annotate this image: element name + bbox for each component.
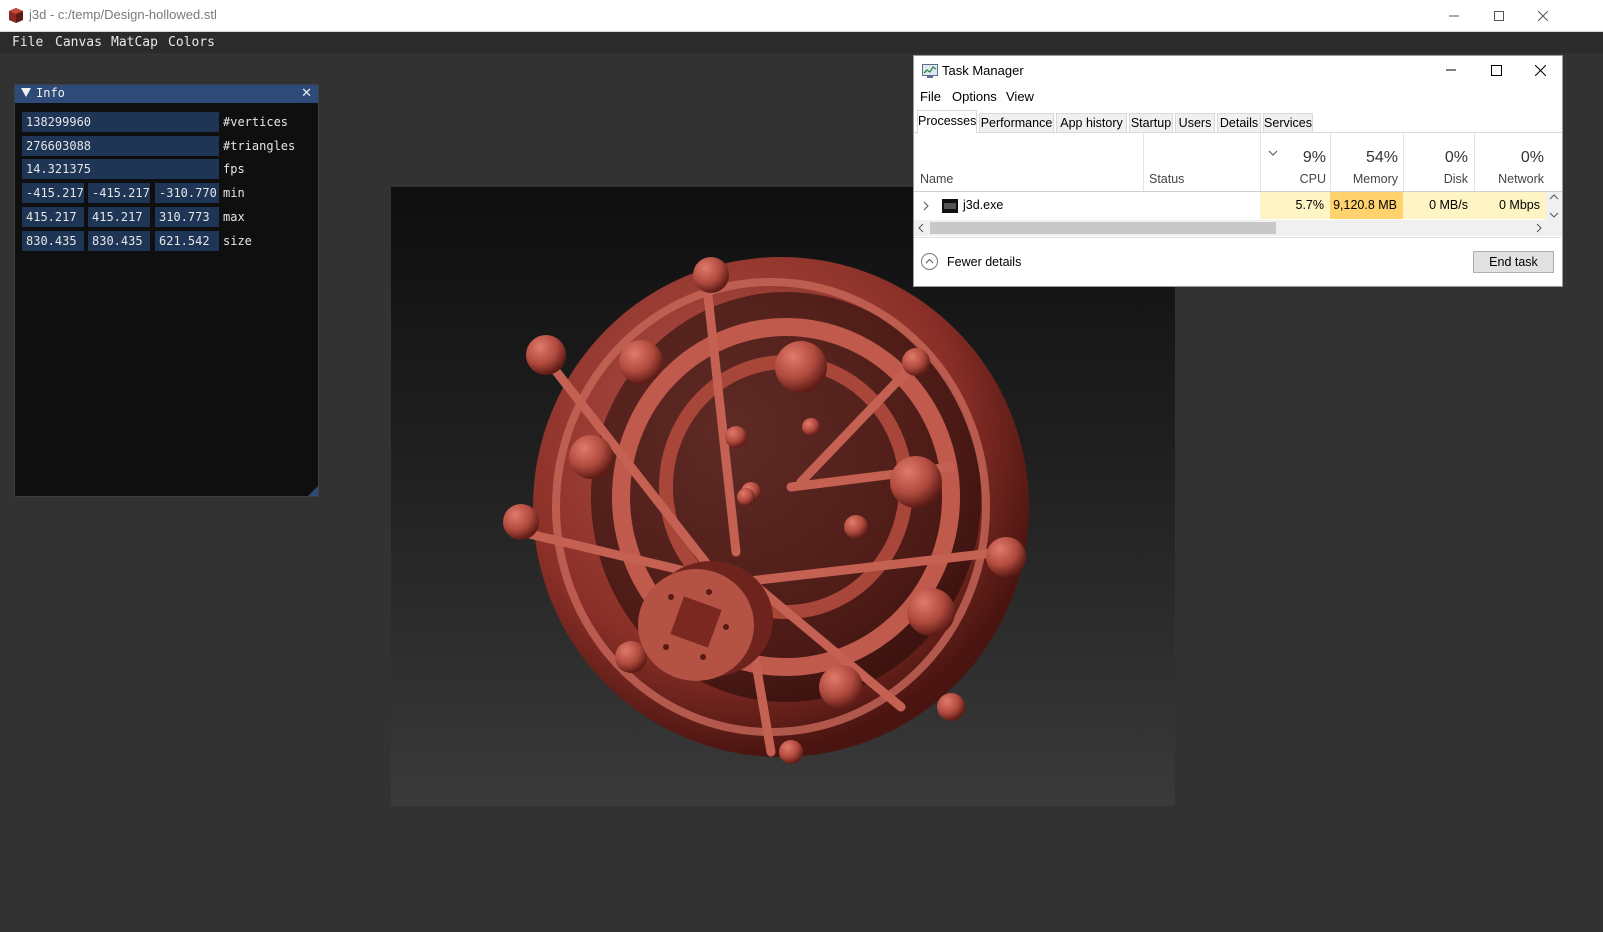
tab-app-history[interactable]: App history [1056,113,1127,132]
task-manager-window: Task Manager File Options View Processes… [913,55,1563,287]
scrollbar-thumb[interactable] [930,222,1276,234]
min-label: min [223,186,245,200]
info-panel-header[interactable]: Info ✕ [15,85,318,103]
memory-percent: 54% [1365,149,1398,166]
tm-tab-strip: Processes Performance App history Startu… [914,110,1562,133]
expand-chevron-icon[interactable] [923,201,929,211]
process-name: j3d.exe [963,198,1004,212]
tab-performance[interactable]: Performance [979,113,1054,132]
menu-bar: File Canvas MatCap Colors [0,32,1603,53]
max-label: max [223,210,245,224]
col-status[interactable]: Status [1149,172,1184,186]
col-cpu[interactable]: CPU [1300,172,1326,186]
scroll-left-icon[interactable] [918,223,924,233]
maximize-icon [1490,64,1502,76]
minimize-button[interactable] [1431,0,1477,32]
process-cpu: 5.7% [1260,192,1330,219]
j3d-app-icon [9,8,23,23]
col-network[interactable]: Network [1498,172,1544,186]
table-row[interactable]: j3d.exe 5.7% 9,120.8 MB 0 MB/s 0 Mbps [914,192,1546,219]
info-panel-title: Info [36,86,65,100]
fps-label: fps [223,162,245,176]
tm-minimize-button[interactable] [1429,56,1473,84]
tab-services[interactable]: Services [1263,113,1313,132]
disk-percent: 0% [1444,149,1468,166]
resize-grip[interactable] [308,486,318,496]
max-z-field[interactable]: 310.773 [155,207,219,227]
tab-startup[interactable]: Startup [1129,113,1173,132]
fewer-details-link[interactable]: Fewer details [947,255,1021,269]
close-icon[interactable]: ✕ [301,86,312,101]
size-label: size [223,234,252,248]
tab-users[interactable]: Users [1175,113,1215,132]
task-manager-icon [922,64,938,78]
info-panel: Info ✕ 138299960 #vertices 276603088 #tr… [14,84,319,497]
tm-menu-view[interactable]: View [1006,89,1034,104]
max-x-field[interactable]: 415.217 [22,207,84,227]
process-status [1143,192,1260,219]
tab-details[interactable]: Details [1217,113,1261,132]
size-y-field[interactable]: 830.435 [88,231,150,251]
col-divider [1260,133,1261,191]
tm-close-button[interactable] [1518,56,1562,84]
tab-processes[interactable]: Processes [917,110,977,133]
window-title: j3d - c:/temp/Design-hollowed.stl [29,7,217,22]
min-z-field[interactable]: -310.770 [155,183,219,203]
menu-canvas[interactable]: Canvas [55,35,102,50]
fps-field[interactable]: 14.321375 [22,159,219,179]
scroll-arrows-icon [1549,194,1559,218]
maximize-icon [1494,11,1504,21]
close-icon [1534,64,1546,76]
triangles-field[interactable]: 276603088 [22,136,219,156]
min-y-field[interactable]: -415.217 [88,183,150,203]
horizontal-scrollbar[interactable] [914,220,1562,236]
network-percent: 0% [1520,149,1544,166]
close-icon [1538,11,1548,21]
title-bar: j3d - c:/temp/Design-hollowed.stl [0,0,1603,32]
tm-menu-file[interactable]: File [920,89,941,104]
min-x-field[interactable]: -415.217 [22,183,84,203]
tm-maximize-button[interactable] [1474,56,1518,84]
scroll-right-icon[interactable] [1536,223,1542,233]
process-network: 0 Mbps [1474,192,1546,219]
vertices-label: #vertices [223,115,289,129]
close-button[interactable] [1520,0,1566,32]
collapse-arrow-icon[interactable] [21,88,31,97]
menu-matcap[interactable]: MatCap [111,35,158,50]
sort-chevron-icon [1268,150,1278,156]
col-disk[interactable]: Disk [1444,172,1468,186]
col-divider [1474,133,1475,191]
col-divider [1143,133,1144,191]
process-disk: 0 MB/s [1403,192,1474,219]
menu-file[interactable]: File [12,35,43,50]
task-manager-title: Task Manager [942,63,1024,78]
tm-footer: Fewer details End task [914,237,1562,288]
tm-menu-options[interactable]: Options [952,89,997,104]
minimize-icon [1446,69,1456,71]
triangles-label: #triangles [223,139,296,153]
col-memory[interactable]: Memory [1353,172,1398,186]
cpu-percent: 9% [1302,149,1326,166]
col-divider [1330,133,1331,191]
vertices-field[interactable]: 138299960 [22,112,219,132]
col-name[interactable]: Name [920,172,953,186]
maximize-button[interactable] [1476,0,1522,32]
process-memory: 9,120.8 MB [1330,192,1403,219]
size-z-field[interactable]: 621.542 [155,231,219,251]
tm-column-header: Name Status 9% CPU 54% Memory 0% Disk 0%… [914,133,1562,192]
vertical-scrollbar[interactable] [1546,192,1562,220]
j3d-process-icon [942,199,958,213]
menu-colors[interactable]: Colors [168,35,215,50]
max-y-field[interactable]: 415.217 [88,207,150,227]
col-divider [1403,133,1404,191]
minimize-icon [1449,15,1459,17]
size-x-field[interactable]: 830.435 [22,231,84,251]
end-task-button[interactable]: End task [1473,251,1554,273]
fewer-details-icon[interactable] [921,253,938,270]
